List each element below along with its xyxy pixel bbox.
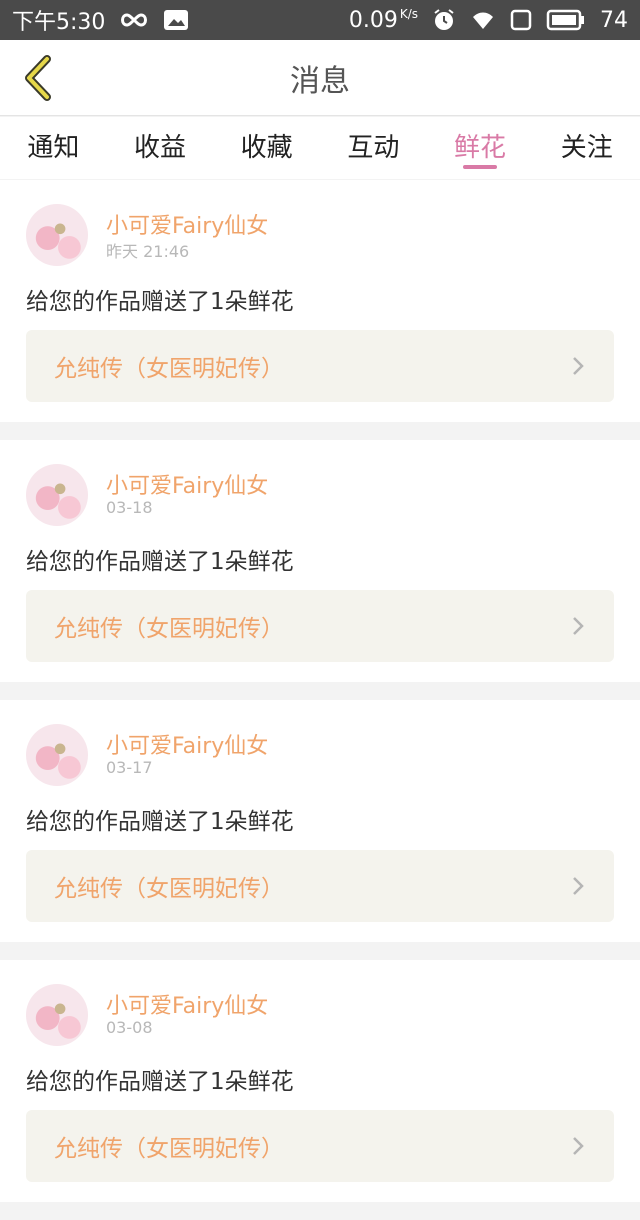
work-link[interactable]: 允纯传（女医明妃传） (26, 850, 614, 922)
tab-earnings[interactable]: 收益 (107, 117, 214, 179)
username[interactable]: 小可爱Fairy仙女 (106, 988, 268, 1020)
list-item: 小可爱Fairy仙女 03-18 给您的作品赠送了1朵鲜花 允纯传（女医明妃传） (0, 440, 640, 682)
work-title: 允纯传（女医明妃传） (54, 876, 284, 902)
timestamp: 昨天 21:46 (106, 242, 190, 261)
wifi-icon (470, 9, 496, 31)
status-time: 下午5:30 (12, 10, 106, 35)
back-button[interactable] (14, 54, 62, 102)
battery-level: 74 (600, 7, 628, 33)
gallery-icon (163, 9, 189, 31)
username[interactable]: 小可爱Fairy仙女 (106, 728, 268, 760)
tab-follow[interactable]: 关注 (533, 117, 640, 179)
page-title: 消息 (290, 63, 350, 99)
tab-favorites[interactable]: 收藏 (213, 117, 320, 179)
chevron-right-icon (566, 354, 590, 378)
work-link[interactable]: 允纯传（女医明妃传） (26, 330, 614, 402)
network-speed-unit: K/s (399, 6, 418, 21)
avatar[interactable] (26, 464, 88, 526)
sim-icon (510, 9, 532, 31)
username[interactable]: 小可爱Fairy仙女 (106, 468, 268, 500)
network-speed: 0.09 (348, 7, 398, 33)
tab-notice[interactable]: 通知 (0, 117, 107, 179)
list-item: 小可爱Fairy仙女 昨天 21:46 给您的作品赠送了1朵鲜花 允纯传（女医明… (0, 180, 640, 422)
avatar[interactable] (26, 204, 88, 266)
timestamp: 03-17 (106, 758, 153, 777)
chevron-right-icon (566, 614, 590, 638)
tab-bar: 通知 收益 收藏 互动 鲜花 关注 (0, 117, 640, 179)
message-text: 给您的作品赠送了1朵鲜花 (26, 809, 294, 835)
message-text: 给您的作品赠送了1朵鲜花 (26, 549, 294, 575)
battery-icon (546, 9, 586, 31)
work-title: 允纯传（女医明妃传） (54, 1136, 284, 1162)
timestamp: 03-08 (106, 1018, 153, 1037)
alarm-icon (432, 8, 456, 32)
chevron-left-icon (25, 55, 51, 101)
avatar[interactable] (26, 724, 88, 786)
chevron-right-icon (566, 874, 590, 898)
message-text: 给您的作品赠送了1朵鲜花 (26, 289, 294, 315)
work-link[interactable]: 允纯传（女医明妃传） (26, 590, 614, 662)
username[interactable]: 小可爱Fairy仙女 (106, 208, 268, 240)
avatar[interactable] (26, 984, 88, 1046)
tab-interaction[interactable]: 互动 (320, 117, 427, 179)
list-item: 小可爱Fairy仙女 03-08 给您的作品赠送了1朵鲜花 允纯传（女医明妃传） (0, 960, 640, 1202)
header: 消息 (0, 40, 640, 116)
list-item: 小可爱Fairy仙女 03-17 给您的作品赠送了1朵鲜花 允纯传（女医明妃传） (0, 700, 640, 942)
message-text: 给您的作品赠送了1朵鲜花 (26, 1069, 294, 1095)
work-title: 允纯传（女医明妃传） (54, 616, 284, 642)
message-list: 小可爱Fairy仙女 昨天 21:46 给您的作品赠送了1朵鲜花 允纯传（女医明… (0, 180, 640, 1220)
status-bar: 下午5:30 0.09 K/s 74 (0, 0, 640, 40)
tab-flowers[interactable]: 鲜花 (427, 117, 534, 179)
timestamp: 03-18 (106, 498, 153, 517)
infinity-icon (119, 12, 149, 28)
work-title: 允纯传（女医明妃传） (54, 356, 284, 382)
work-link[interactable]: 允纯传（女医明妃传） (26, 1110, 614, 1182)
